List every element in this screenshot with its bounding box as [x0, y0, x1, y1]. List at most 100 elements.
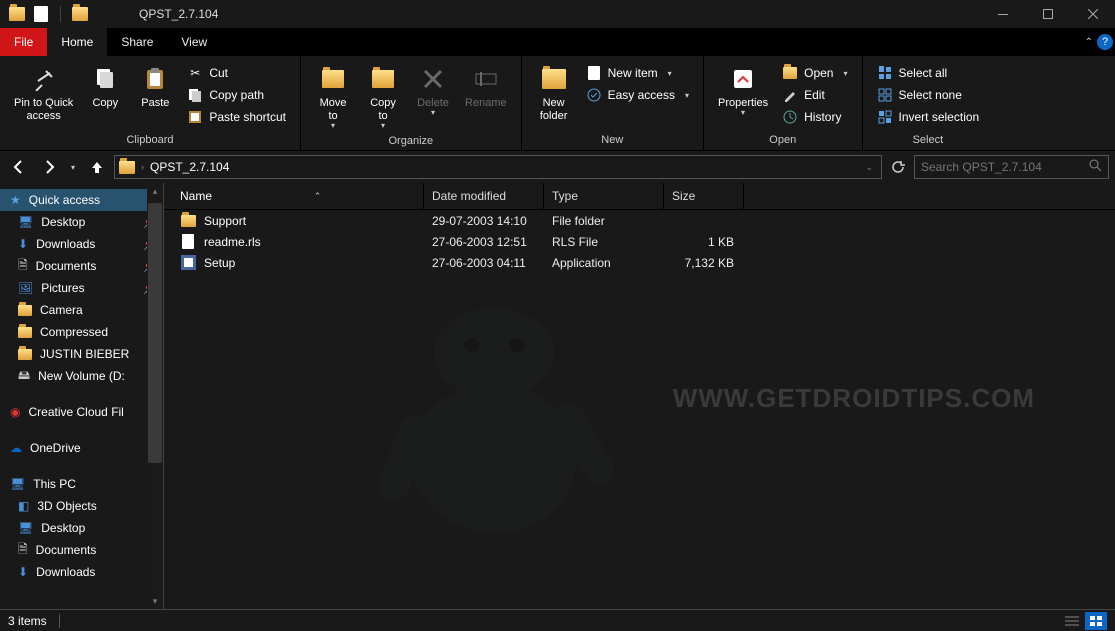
sidebar-item-3dobjects[interactable]: ◧ 3D Objects	[0, 495, 163, 517]
rename-button[interactable]: Rename	[459, 60, 513, 113]
pin-to-quick-access-button[interactable]: Pin to Quick access	[8, 60, 79, 126]
select-all-button[interactable]: Select all	[871, 64, 986, 82]
main-area: ★ Quick access 🖥 Desktop 📌 ⬇ Downloads 📌…	[0, 183, 1115, 609]
sidebar-item-documents[interactable]: 🗎 Documents 📌	[0, 255, 163, 277]
move-to-button[interactable]: Move to ▾	[309, 60, 357, 133]
scroll-up-icon[interactable]: ▴	[147, 183, 163, 199]
new-item-button[interactable]: New item ▾	[580, 64, 695, 82]
onedrive-icon: ☁	[10, 441, 22, 455]
scrollbar-thumb[interactable]	[148, 203, 162, 463]
tab-file[interactable]: File	[0, 28, 47, 56]
sidebar-item-justin[interactable]: JUSTIN BIEBER	[0, 343, 163, 365]
tab-share[interactable]: Share	[107, 28, 167, 56]
sidebar-item-quick-access[interactable]: ★ Quick access	[0, 189, 163, 211]
column-name[interactable]: Name ⌃	[164, 183, 424, 209]
history-icon	[782, 109, 798, 125]
up-button[interactable]	[84, 154, 110, 180]
minimize-button[interactable]	[980, 0, 1025, 28]
window-controls	[980, 0, 1115, 28]
easy-access-button[interactable]: Easy access ▾	[580, 86, 695, 104]
table-row[interactable]: Support29-07-2003 14:10File folder	[164, 210, 1115, 231]
column-date[interactable]: Date modified	[424, 183, 544, 209]
chevron-down-icon: ▾	[381, 121, 385, 130]
file-type: RLS File	[544, 235, 664, 249]
paste-button[interactable]: Paste	[131, 60, 179, 111]
pictures-icon: 🖼	[18, 281, 33, 295]
folder-icon[interactable]	[71, 5, 89, 23]
file-size: 7,132 KB	[664, 256, 744, 270]
properties-icon	[732, 63, 754, 95]
invert-selection-button[interactable]: Invert selection	[871, 108, 986, 126]
sidebar-item-onedrive[interactable]: ☁ OneDrive	[0, 437, 163, 459]
separator	[60, 6, 61, 22]
table-row[interactable]: readme.rls27-06-2003 12:51RLS File1 KB	[164, 231, 1115, 252]
file-name: Setup	[204, 256, 235, 270]
chevron-down-icon: ▾	[843, 69, 847, 78]
sidebar-item-downloads-pc[interactable]: ⬇ Downloads	[0, 561, 163, 583]
tab-view[interactable]: View	[167, 28, 221, 56]
tab-home[interactable]: Home	[47, 28, 107, 56]
view-thumbnails-button[interactable]	[1085, 612, 1107, 630]
separator	[59, 614, 60, 628]
search-icon[interactable]	[1089, 159, 1102, 175]
history-button[interactable]: History	[776, 108, 853, 126]
forward-button[interactable]	[36, 154, 62, 180]
paste-shortcut-button[interactable]: Paste shortcut	[181, 108, 292, 126]
group-label-open: Open	[769, 132, 796, 148]
sidebar-item-pictures[interactable]: 🖼 Pictures 📌	[0, 277, 163, 299]
close-button[interactable]	[1070, 0, 1115, 28]
search-input[interactable]	[921, 160, 1081, 174]
help-icon[interactable]: ?	[1097, 34, 1113, 50]
file-type: File folder	[544, 214, 664, 228]
select-none-button[interactable]: Select none	[871, 86, 986, 104]
copy-button[interactable]: Copy	[81, 60, 129, 113]
table-row[interactable]: Setup27-06-2003 04:11Application7,132 KB	[164, 252, 1115, 273]
column-size[interactable]: Size	[664, 183, 744, 209]
sidebar-item-camera[interactable]: Camera	[0, 299, 163, 321]
maximize-button[interactable]	[1025, 0, 1070, 28]
qat-dropdown-icon[interactable]	[95, 5, 113, 23]
view-details-button[interactable]	[1061, 612, 1083, 630]
copy-path-button[interactable]: Copy path	[181, 86, 292, 104]
search-box[interactable]	[914, 155, 1109, 179]
pin-icon	[32, 63, 56, 95]
address-input[interactable]: › QPST_2.7.104 ⌄	[114, 155, 882, 179]
address-bar: ▾ › QPST_2.7.104 ⌄	[0, 151, 1115, 183]
chevron-down-icon[interactable]: ⌄	[865, 162, 873, 173]
sidebar-item-documents-pc[interactable]: 🗎 Documents	[0, 539, 163, 561]
folder-icon	[18, 305, 32, 316]
file-list: Name ⌃ Date modified Type Size Support29…	[163, 183, 1115, 609]
sidebar-item-downloads[interactable]: ⬇ Downloads 📌	[0, 233, 163, 255]
refresh-button[interactable]	[886, 155, 910, 179]
properties-button[interactable]: Properties ▾	[712, 60, 774, 120]
column-type[interactable]: Type	[544, 183, 664, 209]
sidebar-item-creative-cloud[interactable]: ◉ Creative Cloud Fil	[0, 401, 163, 423]
delete-button[interactable]: Delete ▾	[409, 60, 457, 120]
scroll-down-icon[interactable]: ▾	[147, 593, 163, 609]
edit-button[interactable]: Edit	[776, 86, 853, 104]
breadcrumb[interactable]: QPST_2.7.104	[150, 160, 229, 174]
chevron-right-icon[interactable]: ›	[141, 162, 144, 172]
new-folder-button[interactable]: New folder	[530, 60, 578, 126]
sidebar-item-thispc[interactable]: 🖥 This PC	[0, 473, 163, 495]
documents-icon: 🗎	[18, 256, 28, 277]
sidebar-item-desktop[interactable]: 🖥 Desktop 📌	[0, 211, 163, 233]
edit-icon	[782, 87, 798, 103]
chevron-down-icon: ▾	[685, 91, 689, 100]
sidebar-item-compressed[interactable]: Compressed	[0, 321, 163, 343]
chevron-up-icon[interactable]: ⌃	[1085, 37, 1093, 48]
back-button[interactable]	[6, 154, 32, 180]
sidebar-item-desktop-pc[interactable]: 🖥 Desktop	[0, 517, 163, 539]
file-type: Application	[544, 256, 664, 270]
copy-to-button[interactable]: Copy to ▾	[359, 60, 407, 133]
sort-indicator-icon: ⌃	[314, 191, 322, 202]
open-button[interactable]: Open ▾	[776, 64, 853, 82]
cut-button[interactable]: ✂ Cut	[181, 64, 292, 82]
sidebar-item-newvol[interactable]: 🖴 New Volume (D:	[0, 365, 163, 387]
sidebar-scrollbar[interactable]: ▴ ▾	[147, 183, 163, 609]
app-icon	[180, 255, 196, 271]
recent-dropdown[interactable]: ▾	[66, 154, 80, 180]
ribbon-group-clipboard: Pin to Quick access Copy Paste ✂ Cut	[0, 56, 301, 150]
doc-icon[interactable]	[32, 5, 50, 23]
file-rows: Support29-07-2003 14:10File folderreadme…	[164, 210, 1115, 273]
